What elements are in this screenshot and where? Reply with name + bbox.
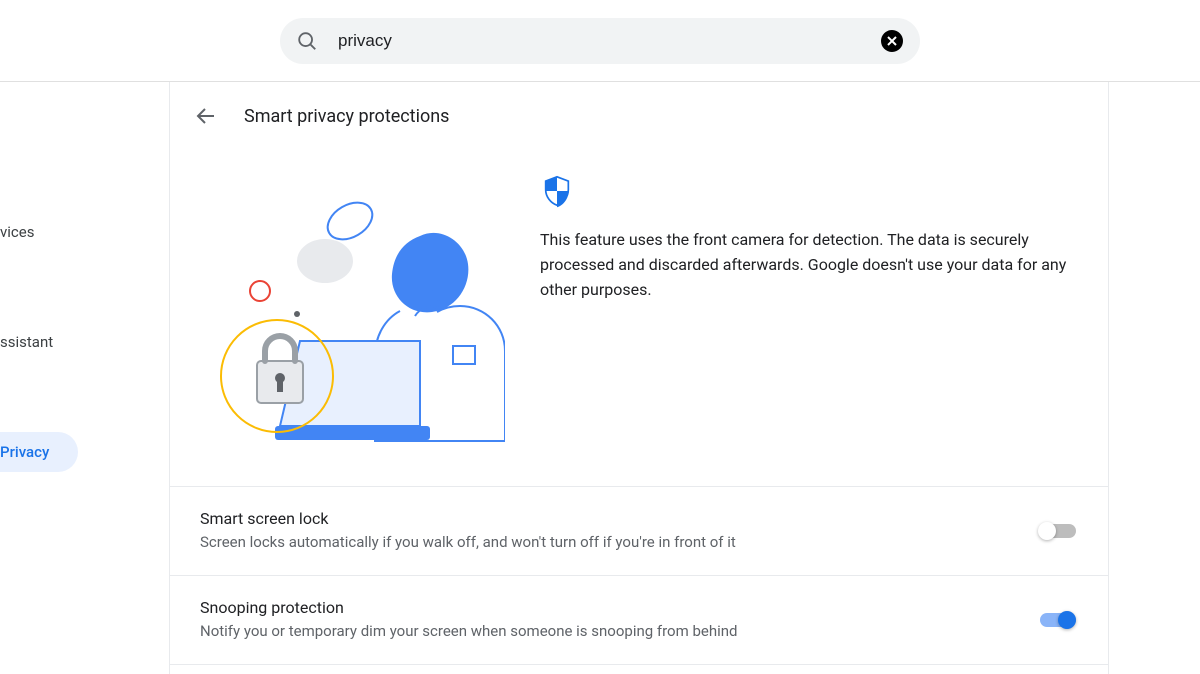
- page-header: Smart privacy protections: [170, 82, 1108, 156]
- shield-icon: [540, 174, 574, 208]
- search-box[interactable]: [280, 18, 920, 64]
- sidebar-label: Privacy: [0, 443, 49, 461]
- search-input[interactable]: [338, 31, 880, 51]
- sidebar-label: vices: [0, 223, 34, 241]
- setting-smart-screen-lock: Smart screen lock Screen locks automatic…: [170, 487, 1108, 576]
- sidebar-label: ssistant: [0, 333, 53, 351]
- back-arrow-icon[interactable]: [194, 104, 218, 128]
- privacy-illustration: [200, 166, 510, 456]
- setting-snooping-protection: Snooping protection Notify you or tempor…: [170, 576, 1108, 665]
- sidebar-item-assistant[interactable]: ssistant: [0, 322, 78, 362]
- sidebar-item-devices[interactable]: vices: [0, 212, 78, 252]
- snooping-protection-toggle[interactable]: [1038, 611, 1078, 629]
- clear-search-icon[interactable]: [880, 29, 904, 53]
- setting-subtitle: Notify you or temporary dim your screen …: [200, 621, 998, 642]
- setting-title: Smart screen lock: [200, 509, 998, 528]
- smart-screen-lock-toggle[interactable]: [1038, 522, 1078, 540]
- page-title: Smart privacy protections: [244, 106, 449, 127]
- top-bar: [0, 0, 1200, 82]
- setting-subtitle: Screen locks automatically if you walk o…: [200, 532, 998, 553]
- search-icon: [296, 30, 318, 52]
- sidebar-item-privacy[interactable]: Privacy: [0, 432, 78, 472]
- sidebar: vices ssistant Privacy: [0, 82, 78, 674]
- settings-panel: Smart privacy protections: [169, 82, 1109, 674]
- setting-title: Snooping protection: [200, 598, 998, 617]
- feature-description: This feature uses the front camera for d…: [540, 228, 1078, 302]
- hero-section: This feature uses the front camera for d…: [170, 156, 1108, 487]
